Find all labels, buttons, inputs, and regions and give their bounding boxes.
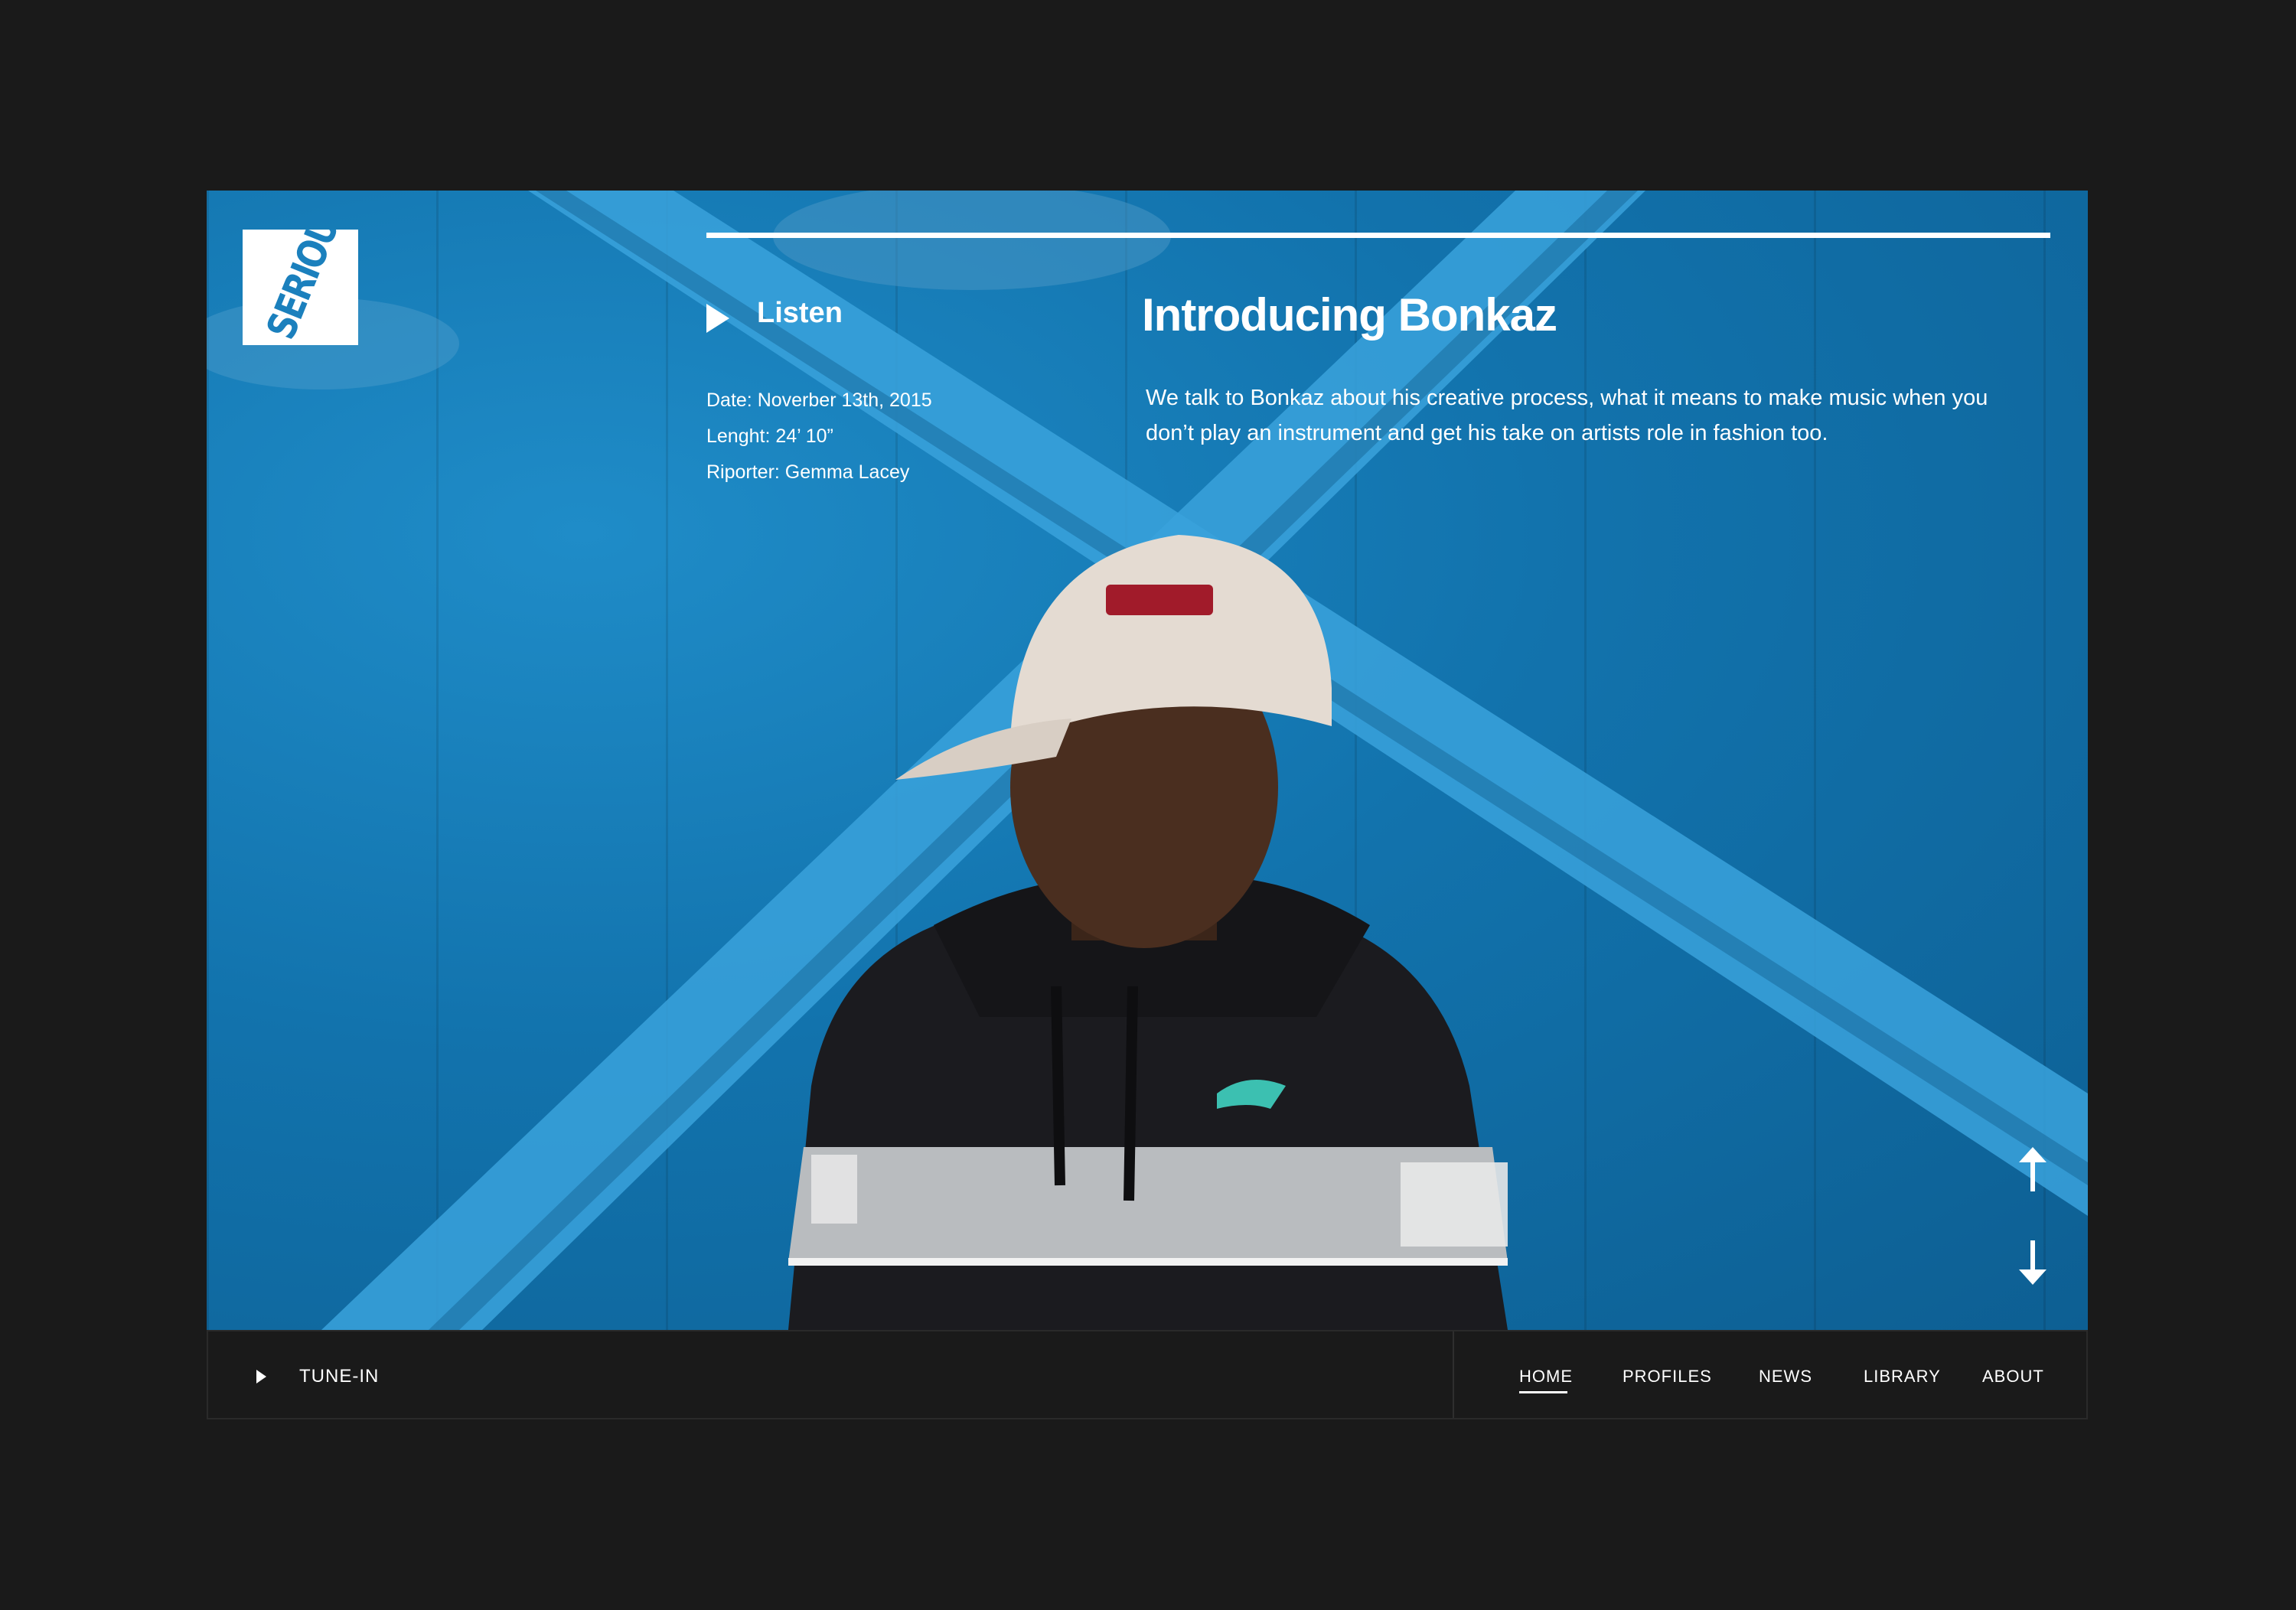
episode-reporter: Riporter: Gemma Lacey xyxy=(706,461,910,483)
episode-description: We talk to Bonkaz about his creative pro… xyxy=(1146,386,1988,445)
episode-date: Date: Noverber 13th, 2015 xyxy=(706,389,932,411)
nav-active-indicator xyxy=(1519,1391,1567,1393)
arrow-down-icon[interactable] xyxy=(2017,1239,2048,1285)
play-icon[interactable] xyxy=(706,304,729,333)
episode-title: Introducing Bonkaz xyxy=(1142,289,1557,341)
arrow-up-icon[interactable] xyxy=(2017,1147,2048,1193)
header-rule xyxy=(706,233,2050,238)
nav-news[interactable]: NEWS xyxy=(1759,1367,1812,1387)
nav-divider xyxy=(1453,1331,1454,1418)
episode-length: Lenght: 24’ 10” xyxy=(706,425,833,447)
nav-about[interactable]: ABOUT xyxy=(1982,1367,2044,1387)
tune-in-play-icon[interactable] xyxy=(256,1370,266,1383)
bottom-bar: TUNE-IN HOME PROFILES NEWS LIBRARY ABOUT xyxy=(207,1330,2088,1419)
nav-library[interactable]: LIBRARY xyxy=(1864,1367,1941,1387)
serious-logo[interactable]: SERIOUS xyxy=(243,230,358,345)
site-frame: SERIOUS Listen Introducing Bonkaz We tal… xyxy=(207,191,2088,1419)
nav-home[interactable]: HOME xyxy=(1519,1367,1573,1387)
logo-text: SERIOUS xyxy=(258,230,357,345)
hero-section: SERIOUS Listen Introducing Bonkaz We tal… xyxy=(207,191,2088,1330)
listen-button[interactable]: Listen xyxy=(757,297,843,330)
hero-photo xyxy=(207,191,2088,1330)
tune-in-button[interactable]: TUNE-IN xyxy=(299,1366,379,1387)
nav-profiles[interactable]: PROFILES xyxy=(1623,1367,1712,1387)
